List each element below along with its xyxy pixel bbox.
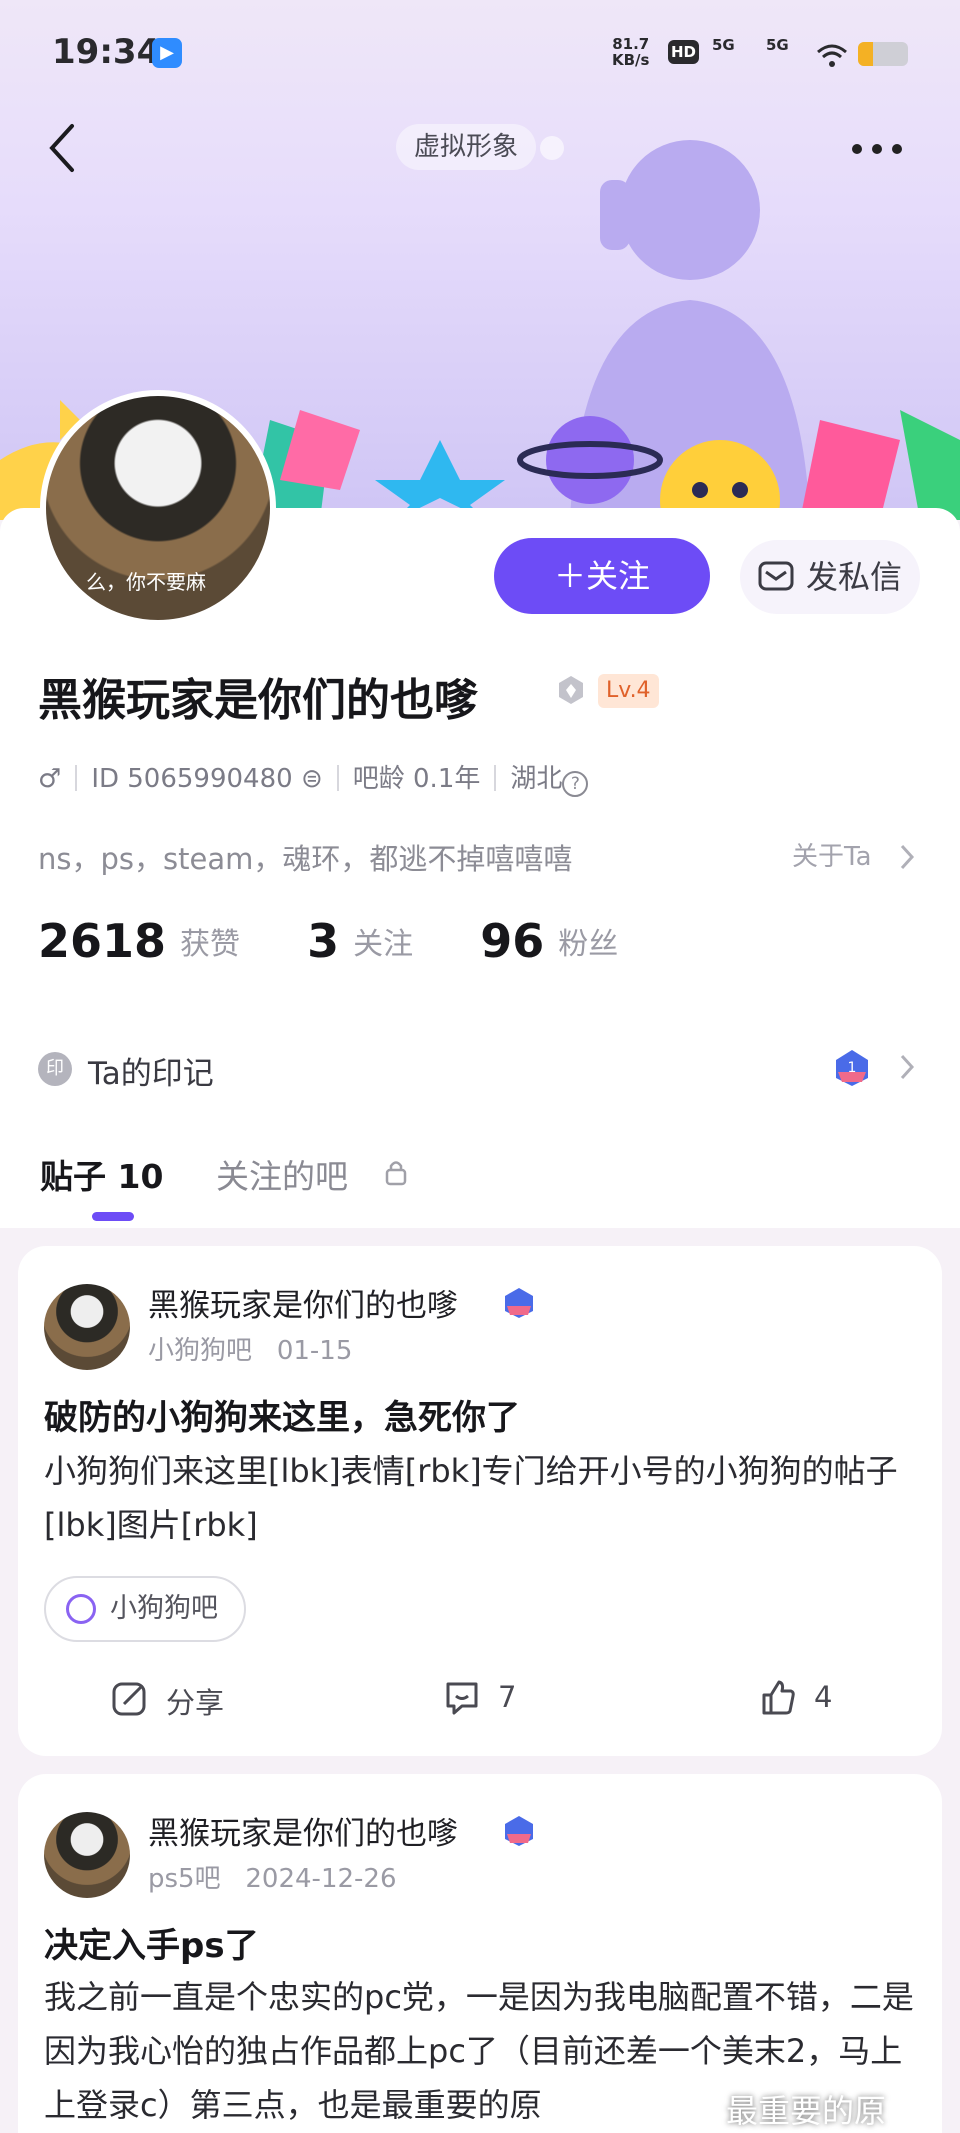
profile-bio: ns，ps，steam，魂环，都逃不掉嘻嘻嘻 [38,842,573,876]
stat-fans-value: 96 [480,914,545,968]
post-author-name[interactable]: 黑猴玩家是你们的也嗲 [148,1280,458,1325]
wifi-icon [817,44,847,67]
post-card[interactable]: 黑猴玩家是你们的也嗲 小狗狗吧 01-15 破防的小狗狗来这里，急死你了 小狗狗… [18,1246,942,1756]
watermark-text: 最重要的原 [726,2092,887,2130]
svg-text:1: 1 [848,1060,857,1076]
about-label: 关于Ta [792,842,872,872]
stat-likes[interactable]: 2618 获赞 [38,914,240,968]
bar-age: 吧龄 0.1年 [352,764,481,794]
help-icon[interactable]: ? [562,771,589,797]
signal-5g-icon-2: 5G [766,36,789,54]
post-title[interactable]: 决定入手ps了 [44,1918,259,1967]
follow-button[interactable]: ＋关注 [494,538,710,614]
author-badge-icon [505,1288,533,1318]
stat-fans-label: 粉丝 [558,927,619,962]
envelope-icon [758,561,794,591]
tab-followed-bars[interactable]: 关注的吧 [216,1150,348,1198]
stat-following-label: 关注 [353,927,414,962]
chevron-right-icon [900,844,915,870]
network-speed: 81.7 KB/s [612,36,649,68]
post-meta: ps5吧 2024-12-26 [148,1858,397,1895]
copy-icon[interactable]: ⊜ [293,764,323,794]
post-bar-tag-label: 小狗狗吧 [110,1593,218,1624]
virtual-avatar-chip[interactable]: 虚拟形象 [396,124,537,170]
lock-icon [385,1161,407,1186]
male-icon: ♂ [38,764,62,794]
comment-icon [446,1682,478,1715]
status-bar: 19:34 ▶ 81.7 KB/s HD 5G 5G [0,0,960,110]
post-title[interactable]: 破防的小狗狗来这里，急死你了 [44,1390,520,1439]
about-link[interactable]: 关于Ta [792,836,872,873]
post-author-avatar[interactable] [44,1284,130,1370]
profile-stats: 2618 获赞 3 关注 96 粉丝 [38,914,680,974]
level-badge: Lv.4 [598,674,659,708]
network-speed-unit: KB/s [612,51,650,69]
send-message-label: 发私信 [805,558,902,596]
post-date: 2024-12-26 [245,1864,397,1894]
region: 湖北 [510,764,563,794]
post-bar[interactable]: 小狗狗吧 [148,1336,252,1366]
battery-level [858,42,873,66]
thumbs-up-icon [762,1680,795,1715]
post-bar-tag[interactable]: 小狗狗吧 [44,1576,246,1642]
stat-likes-value: 2618 [38,914,167,968]
seal-label: Ta的印记 [88,1056,214,1092]
more-options-icon[interactable] [852,138,904,156]
send-message-button[interactable]: 发私信 [740,540,920,614]
seal-badge-icon: 1 [836,1050,868,1086]
crown-badge-icon [559,676,583,704]
post-author-name[interactable]: 黑猴玩家是你们的也嗲 [148,1808,458,1853]
stat-following[interactable]: 3 关注 [307,914,413,968]
avatar-caption: 么，你不要麻 [86,570,206,594]
seal-icon: 印 [38,1052,72,1086]
chevron-right-icon[interactable] [898,1052,916,1082]
profile-meta: ♂ ID 5065990480 ⊜ 吧龄 0.1年 湖北? [38,758,589,797]
post-date: 01-15 [276,1336,353,1366]
bar-tag-icon [66,1594,96,1624]
profile-username: 黑猴玩家是你们的也嗲 [38,675,478,726]
post-meta: 小狗狗吧 01-15 [148,1330,352,1367]
post-body[interactable]: 小狗狗们来这里[lbk]表情[rbk]专门给开小号的小狗狗的帖子[lbk]图片[… [44,1444,924,1552]
profile-avatar[interactable]: 么，你不要麻 [40,390,276,626]
hd-icon: HD [668,40,700,64]
status-time: 19:34 [52,32,161,72]
signal-5g-icon-1: 5G [712,36,735,54]
comment-count: 7 [498,1680,517,1714]
share-icon [112,1682,146,1716]
author-badge-icon [505,1816,533,1846]
stat-fans[interactable]: 96 粉丝 [480,914,618,968]
stat-following-value: 3 [307,914,340,968]
app-notification-icon: ▶ [152,38,182,68]
profile-page: 19:34 ▶ 81.7 KB/s HD 5G 5G 虚拟形象 么，你不要麻 ＋… [0,0,960,2133]
network-speed-value: 81.7 [612,35,650,53]
tab-active-indicator [92,1212,134,1221]
share-label: 分享 [166,1686,225,1720]
back-arrow-icon[interactable] [44,120,84,176]
user-id[interactable]: ID 5065990480 [91,764,292,794]
stat-likes-label: 获赞 [180,927,241,962]
post-bar[interactable]: ps5吧 [148,1864,221,1894]
post-author-avatar[interactable] [44,1812,130,1898]
battery-icon [858,42,908,66]
post-card[interactable]: 黑猴玩家是你们的也嗲 ps5吧 2024-12-26 决定入手ps了 我之前一直… [18,1774,942,2133]
chip-dot-icon [540,136,564,160]
tab-posts[interactable]: 贴子 10 [40,1150,163,1198]
like-count: 4 [814,1680,833,1714]
